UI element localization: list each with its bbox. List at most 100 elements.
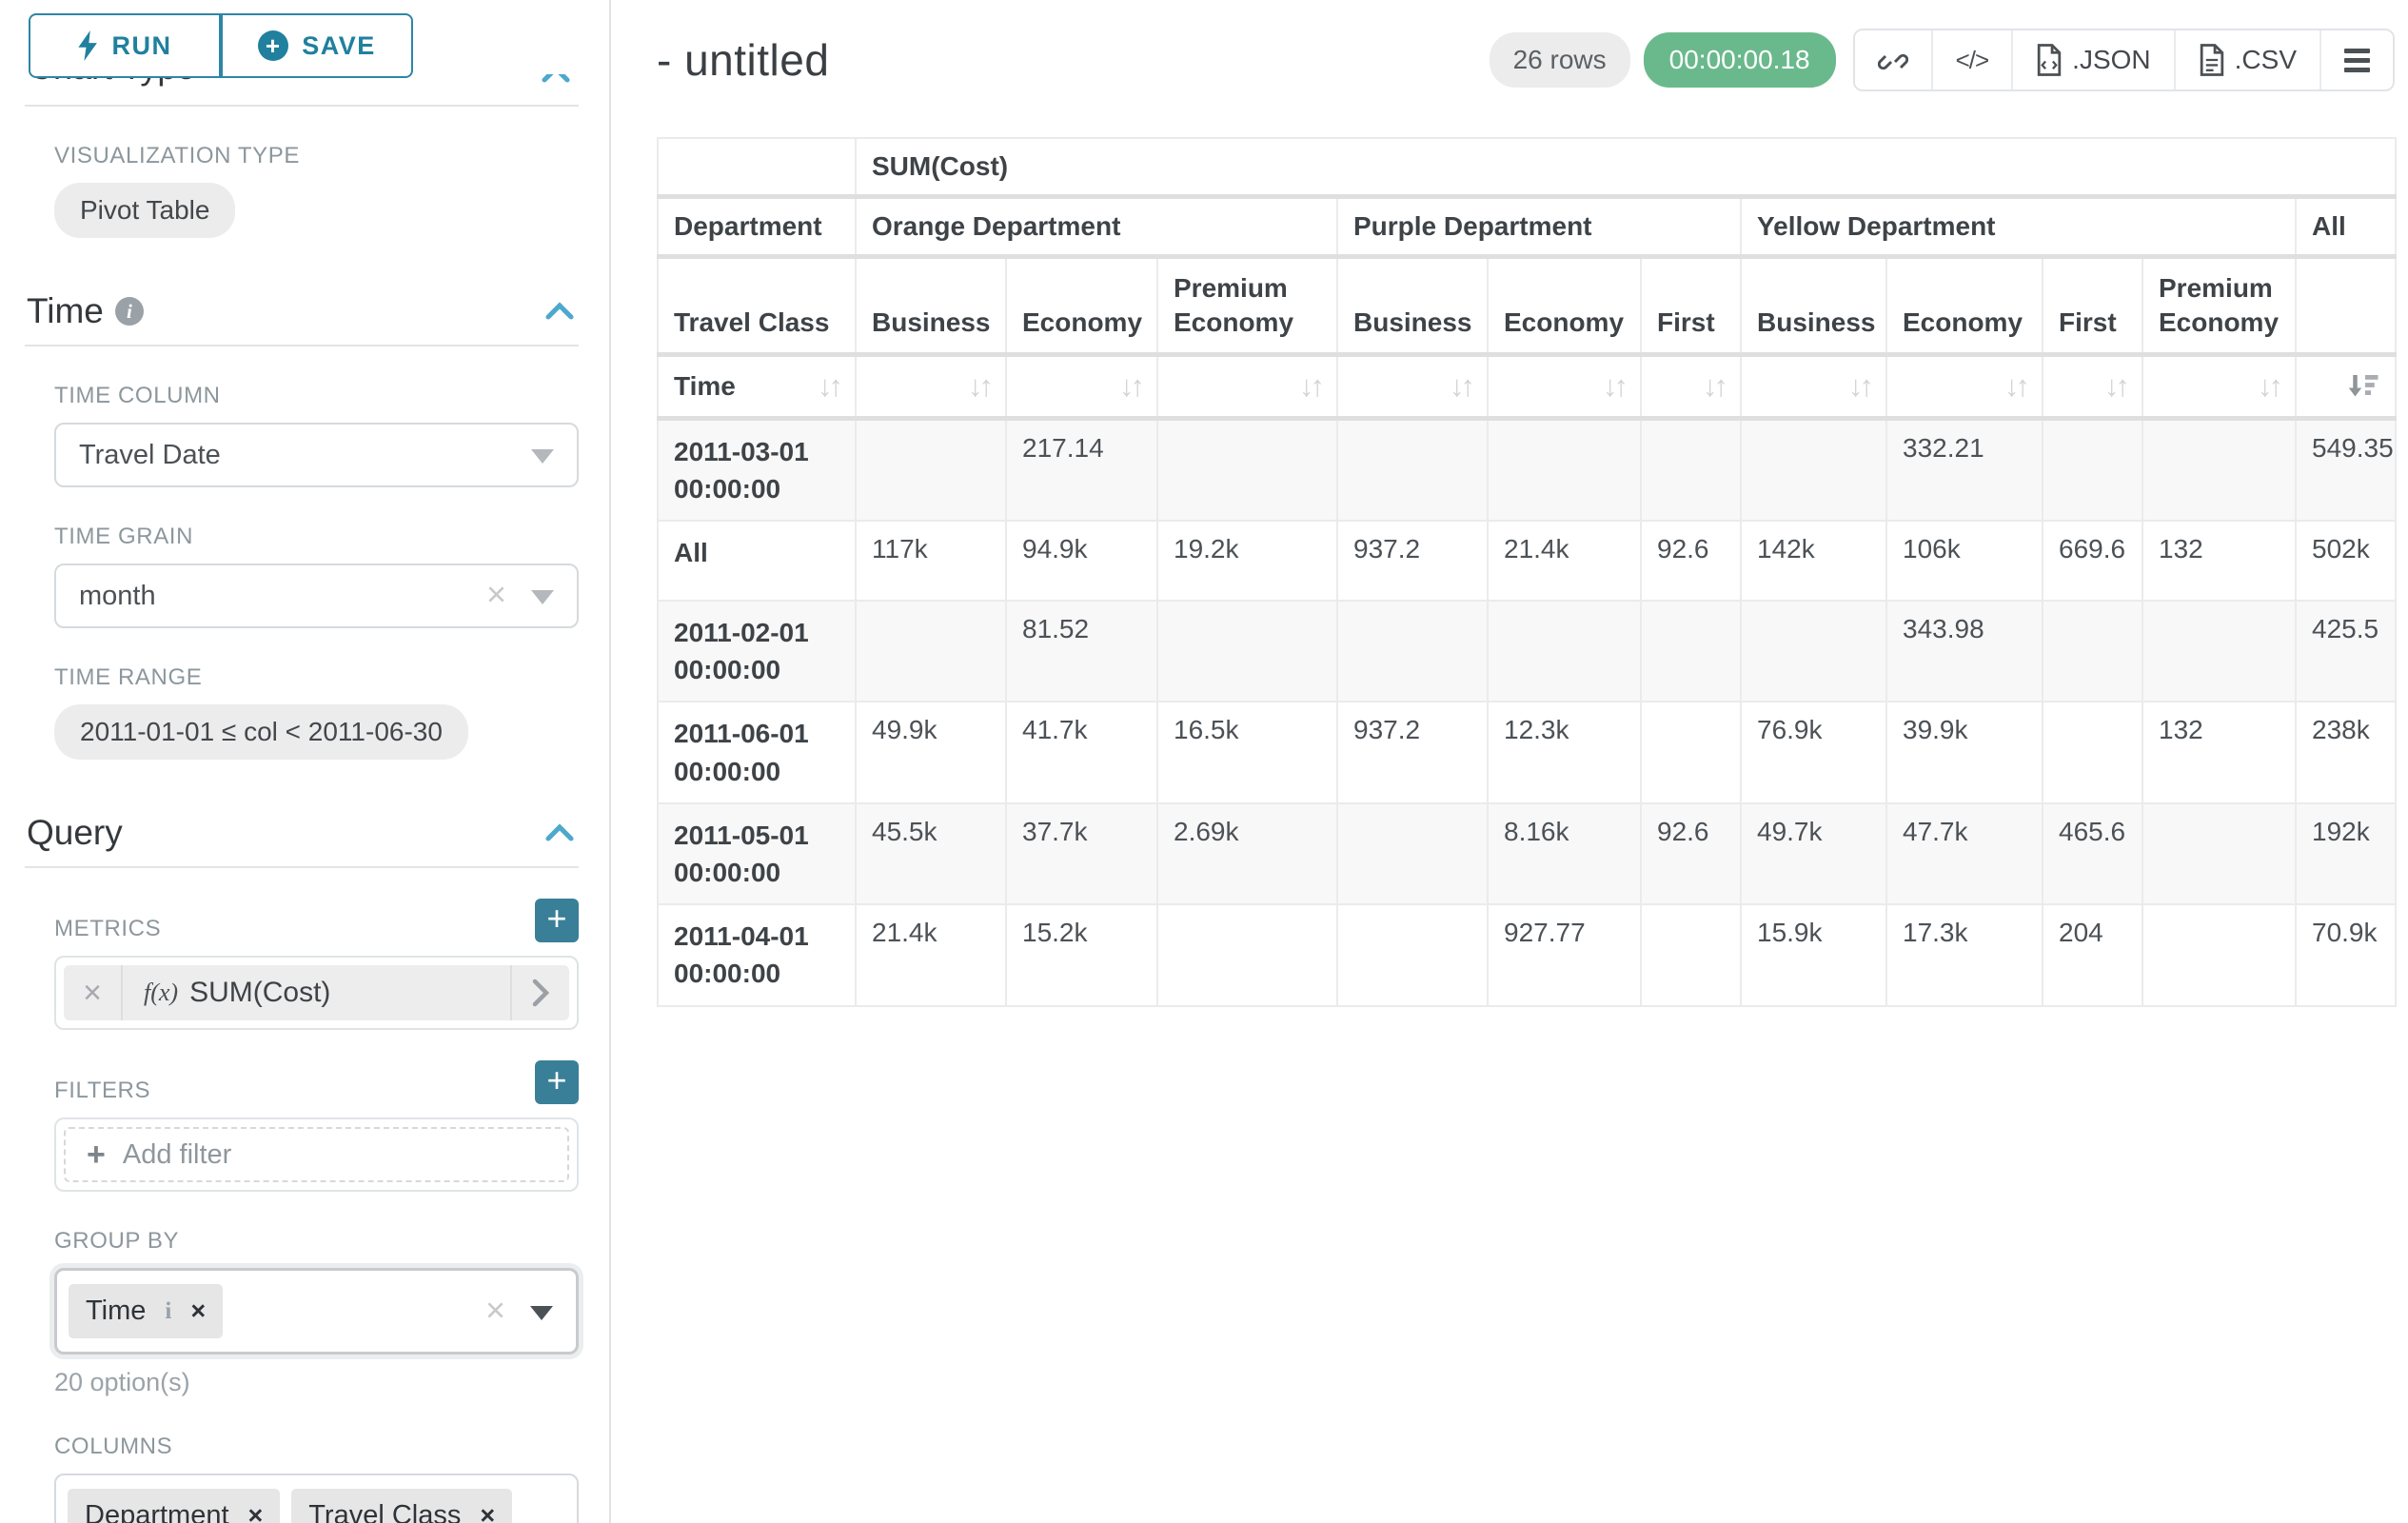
- caret-down-icon: [531, 449, 554, 464]
- pivot-cell: [1488, 418, 1641, 521]
- remove-tag-icon[interactable]: ×: [190, 1298, 206, 1324]
- travel-class-header: First: [2043, 257, 2142, 355]
- travel-class-row-label: Travel Class: [658, 257, 856, 355]
- tag-label: Department: [85, 1500, 229, 1523]
- save-button-label: SAVE: [302, 31, 376, 61]
- sort-icon: ↓↑: [818, 369, 839, 404]
- menu-button[interactable]: [2321, 30, 2393, 89]
- pivot-cell: 76.9k: [1741, 702, 1886, 802]
- time-grain-select[interactable]: month ×: [54, 564, 579, 628]
- pivot-cell: 238k: [2296, 702, 2396, 802]
- share-link-button[interactable]: [1855, 30, 1933, 89]
- pivot-cell: [2142, 418, 2296, 521]
- pivot-cell: 45.5k: [856, 803, 1006, 904]
- metric-pill[interactable]: × f(x) SUM(Cost): [64, 965, 569, 1020]
- group-by-select[interactable]: Time i × ×: [54, 1268, 579, 1355]
- add-filter-label: Add filter: [123, 1139, 231, 1171]
- travel-class-header: Economy: [1886, 257, 2043, 355]
- remove-tag-icon[interactable]: ×: [480, 1503, 495, 1523]
- clear-icon[interactable]: ×: [485, 1293, 505, 1327]
- chevron-up-icon[interactable]: [543, 821, 577, 844]
- columns-select[interactable]: Department × Travel Class × ×: [54, 1474, 579, 1523]
- sort-icon: ↓↑: [1119, 369, 1141, 404]
- column-sort-header[interactable]: ↓↑: [1157, 354, 1337, 418]
- pivot-cell: 669.6: [2043, 521, 2142, 601]
- travel-class-header: Economy: [1006, 257, 1157, 355]
- travel-class-header: Premium Economy: [2142, 257, 2296, 355]
- column-sort-header[interactable]: ↓↑: [1641, 354, 1741, 418]
- export-button-group: </> .JSON .CSV: [1853, 29, 2395, 91]
- export-json-button[interactable]: .JSON: [2013, 30, 2175, 89]
- pivot-cell: 937.2: [1337, 521, 1488, 601]
- pivot-cell: 41.7k: [1006, 702, 1157, 802]
- pivot-cell: 192k: [2296, 803, 2396, 904]
- time-range-value[interactable]: 2011-01-01 ≤ col < 2011-06-30: [54, 704, 468, 760]
- pivot-cell: 927.77: [1488, 904, 1641, 1005]
- divider: [25, 345, 579, 346]
- column-sort-header[interactable]: ↓↑: [2043, 354, 2142, 418]
- columns-tag-travel-class[interactable]: Travel Class ×: [291, 1489, 512, 1523]
- column-sort-header[interactable]: ↓↑: [1006, 354, 1157, 418]
- chevron-up-icon[interactable]: [543, 300, 577, 323]
- control-panel: RUN + SAVE Chart Type VISUALIZATION TYPE…: [0, 0, 611, 1523]
- add-filter-plus-button[interactable]: +: [535, 1060, 579, 1104]
- column-sort-header[interactable]: ↓↑: [2142, 354, 2296, 418]
- row-label: 2011-05-01 00:00:00: [658, 803, 856, 904]
- file-text-icon: [2199, 44, 2225, 76]
- pivot-cell: 8.16k: [1488, 803, 1641, 904]
- table-row: 2011-02-01 00:00:0081.52343.98425.5: [658, 601, 2396, 702]
- pivot-cell: 549.35: [2296, 418, 2396, 521]
- pivot-cell: [1337, 803, 1488, 904]
- table-row: 2011-03-01 00:00:00217.14332.21549.35: [658, 418, 2396, 521]
- sort-icon: ↓↑: [968, 369, 990, 404]
- pivot-cell: [1157, 904, 1337, 1005]
- department-group-header: All: [2296, 197, 2396, 257]
- save-button[interactable]: + SAVE: [221, 13, 413, 78]
- time-column-value: Travel Date: [79, 440, 221, 471]
- chart-header: - untitled 26 rows 00:00:00.18 </>: [657, 0, 2408, 91]
- pivot-cell: [1641, 601, 1741, 702]
- remove-metric-icon[interactable]: ×: [64, 965, 123, 1020]
- chart-header-actions: 26 rows 00:00:00.18 </>: [1490, 29, 2395, 91]
- row-label: 2011-06-01 00:00:00: [658, 702, 856, 802]
- column-sort-header[interactable]: ↓↑: [1337, 354, 1488, 418]
- info-icon: i: [165, 1298, 171, 1325]
- column-sort-header[interactable]: ↓↑: [1741, 354, 1886, 418]
- tag-label: Travel Class: [308, 1500, 461, 1523]
- time-sort-header[interactable]: Time ↓↑: [658, 354, 856, 418]
- clear-icon[interactable]: ×: [486, 578, 506, 612]
- remove-tag-icon[interactable]: ×: [248, 1503, 264, 1523]
- pivot-cell: [2043, 601, 2142, 702]
- group-by-tag-time[interactable]: Time i ×: [69, 1284, 223, 1338]
- travel-class-header: [2296, 257, 2396, 355]
- visualization-type-value[interactable]: Pivot Table: [54, 183, 235, 238]
- pivot-cell: 17.3k: [1886, 904, 2043, 1005]
- pivot-cell: 15.9k: [1741, 904, 1886, 1005]
- pivot-cell: [856, 601, 1006, 702]
- chevron-right-icon[interactable]: [510, 965, 569, 1020]
- time-column-select[interactable]: Travel Date: [54, 423, 579, 487]
- add-filter-button[interactable]: + Add filter: [64, 1127, 569, 1182]
- run-button[interactable]: RUN: [29, 13, 221, 78]
- row-label: 2011-02-01 00:00:00: [658, 601, 856, 702]
- pivot-table-container: SUM(Cost)DepartmentOrange DepartmentPurp…: [657, 137, 2408, 1007]
- travel-class-header: Business: [856, 257, 1006, 355]
- column-sort-header[interactable]: ↓↑: [1488, 354, 1641, 418]
- column-sort-header[interactable]: [2296, 354, 2396, 418]
- pivot-cell: 81.52: [1006, 601, 1157, 702]
- export-csv-button[interactable]: .CSV: [2176, 30, 2321, 89]
- time-section-header: Time i: [23, 291, 581, 331]
- time-range-label: TIME RANGE: [54, 664, 579, 691]
- pivot-cell: 132: [2142, 521, 2296, 601]
- caret-down-icon: [531, 590, 554, 604]
- column-sort-header[interactable]: ↓↑: [1886, 354, 2043, 418]
- chevron-up-icon[interactable]: [539, 74, 573, 91]
- link-icon: [1878, 45, 1908, 75]
- column-sort-header[interactable]: ↓↑: [856, 354, 1006, 418]
- time-label: Time: [674, 371, 736, 402]
- add-metric-button[interactable]: +: [535, 899, 579, 942]
- view-query-button[interactable]: </>: [1933, 30, 2014, 89]
- columns-tag-department[interactable]: Department ×: [68, 1489, 280, 1523]
- travel-class-header: First: [1641, 257, 1741, 355]
- pivot-cell: 343.98: [1886, 601, 2043, 702]
